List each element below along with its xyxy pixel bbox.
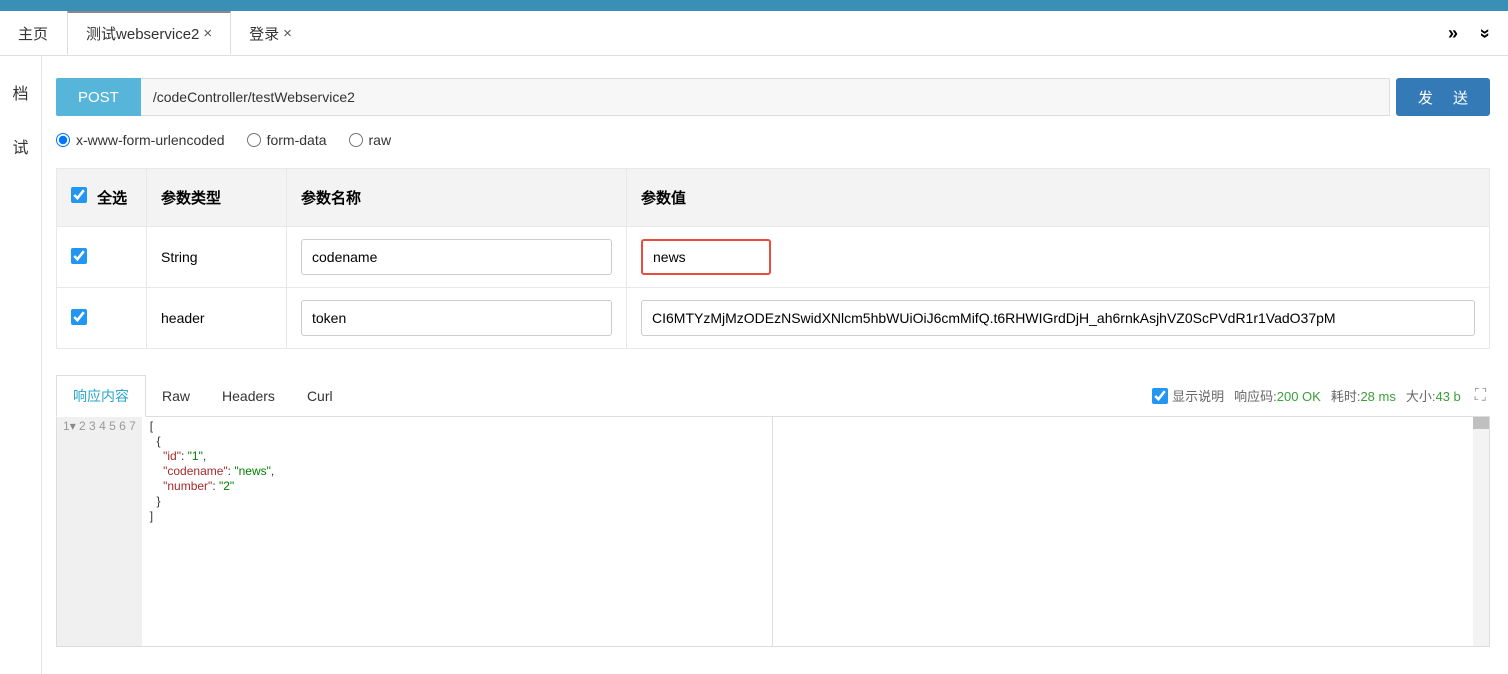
- line-gutter: 1▾ 2 3 4 5 6 7: [57, 417, 142, 646]
- col-param-name: 参数名称: [287, 169, 627, 227]
- code-content: [ { "id": "1", "codename": "news", "numb…: [142, 417, 772, 646]
- param-type: header: [147, 288, 287, 349]
- param-value-input[interactable]: [641, 300, 1475, 336]
- show-desc-label: 显示说明: [1172, 386, 1224, 405]
- show-description-toggle[interactable]: 显示说明: [1152, 386, 1224, 405]
- status-code: 响应码:200 OK: [1234, 386, 1321, 405]
- param-name-input[interactable]: [301, 239, 612, 275]
- tab-login[interactable]: 登录 ×: [231, 11, 311, 55]
- show-desc-checkbox[interactable]: [1152, 388, 1168, 404]
- tab-strip-controls: » »: [1448, 11, 1500, 55]
- radio-formdata[interactable]: [247, 133, 261, 147]
- editor-split-divider[interactable]: [772, 417, 773, 646]
- row-checkbox[interactable]: [71, 309, 87, 325]
- close-icon[interactable]: ×: [203, 25, 212, 42]
- http-method-badge[interactable]: POST: [56, 78, 141, 116]
- row-checkbox[interactable]: [71, 248, 87, 264]
- select-all-checkbox[interactable]: [71, 187, 87, 203]
- param-name-input[interactable]: [301, 300, 612, 336]
- param-value-input[interactable]: [641, 239, 771, 275]
- col-select-all: 全选: [57, 169, 147, 227]
- table-row: header: [57, 288, 1490, 349]
- tab-label: 登录: [249, 23, 279, 44]
- tab-raw[interactable]: Raw: [146, 378, 206, 414]
- param-type: String: [147, 227, 287, 288]
- send-button[interactable]: 发 送: [1396, 78, 1490, 116]
- main-content: POST 发 送 x-www-form-urlencoded form-data…: [42, 56, 1508, 674]
- radio-raw[interactable]: [349, 133, 363, 147]
- fullscreen-icon[interactable]: ⛶: [1475, 387, 1486, 405]
- tab-webservice2[interactable]: 测试webservice2 ×: [67, 11, 231, 55]
- params-table: 全选 参数类型 参数名称 参数值 String header: [56, 168, 1490, 349]
- response-tabs: 响应内容 Raw Headers Curl 显示说明 响应码:200 OK 耗时…: [56, 375, 1490, 417]
- tab-headers[interactable]: Headers: [206, 378, 291, 414]
- tab-response-body[interactable]: 响应内容: [56, 375, 146, 417]
- body-type-label: raw: [369, 132, 392, 148]
- response-size: 大小:43 b: [1406, 386, 1461, 405]
- close-icon[interactable]: ×: [283, 25, 292, 42]
- body-type-urlencoded[interactable]: x-www-form-urlencoded: [56, 132, 225, 148]
- request-bar: POST 发 送: [56, 78, 1490, 116]
- select-all-label: 全选: [97, 190, 127, 207]
- tab-strip: 主页 测试webservice2 × 登录 × » »: [0, 11, 1508, 56]
- body-type-label: form-data: [267, 132, 327, 148]
- vertical-scrollbar[interactable]: [1473, 417, 1489, 646]
- table-row: String: [57, 227, 1490, 288]
- tab-label: 测试webservice2: [86, 23, 199, 44]
- more-tabs-icon[interactable]: »: [1448, 23, 1458, 44]
- tab-home[interactable]: 主页: [0, 11, 67, 55]
- sidebar-item-doc[interactable]: 档: [12, 80, 28, 104]
- collapse-icon[interactable]: »: [1474, 28, 1495, 38]
- tab-label: 主页: [18, 23, 48, 44]
- tab-curl[interactable]: Curl: [291, 378, 349, 414]
- scrollbar-thumb[interactable]: [1473, 417, 1489, 429]
- body-type-label: x-www-form-urlencoded: [76, 132, 225, 148]
- sidebar-item-test[interactable]: 试: [12, 134, 28, 158]
- body-type-raw[interactable]: raw: [349, 132, 392, 148]
- response-meta: 显示说明 响应码:200 OK 耗时:28 ms 大小:43 b ⛶: [1152, 386, 1490, 405]
- response-body-editor[interactable]: 1▾ 2 3 4 5 6 7 [ { "id": "1", "codename"…: [56, 417, 1490, 647]
- col-param-type: 参数类型: [147, 169, 287, 227]
- body-type-formdata[interactable]: form-data: [247, 132, 327, 148]
- window-header-bar: [0, 0, 1508, 11]
- url-input[interactable]: [141, 78, 1390, 116]
- body-type-selector: x-www-form-urlencoded form-data raw: [56, 132, 1490, 148]
- radio-urlencoded[interactable]: [56, 133, 70, 147]
- col-param-value: 参数值: [627, 169, 1490, 227]
- response-time: 耗时:28 ms: [1331, 386, 1396, 405]
- left-sidebar: 档 试: [0, 56, 42, 674]
